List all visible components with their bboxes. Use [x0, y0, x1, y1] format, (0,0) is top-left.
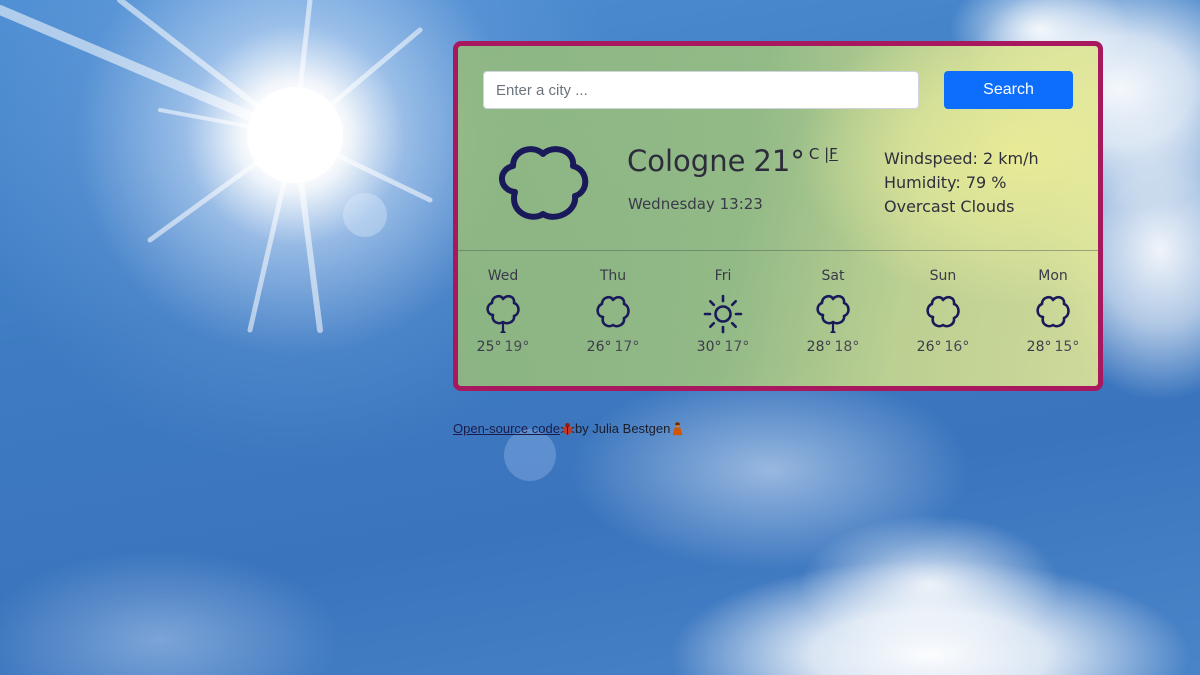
- humidity-text: Humidity: 79 %: [884, 173, 1007, 192]
- forecast-day: Fri 30° 17°: [678, 268, 768, 355]
- cloud-rain-icon: [486, 294, 520, 333]
- cloud-icon: [1036, 295, 1070, 328]
- current-datetime: Wednesday 13:23: [628, 195, 763, 213]
- search-button[interactable]: Search: [944, 71, 1073, 109]
- forecast-max: 26°: [916, 339, 942, 355]
- current-temperature: 21°: [753, 144, 805, 178]
- divider: [458, 250, 1098, 251]
- forecast-temps: 30° 17°: [678, 339, 768, 355]
- forecast-day: Sat 28° 18°: [788, 268, 878, 355]
- open-source-link[interactable]: Open-source code: [453, 421, 560, 436]
- city-search-input[interactable]: [483, 71, 919, 109]
- unit-toggle: C |F: [809, 145, 838, 163]
- forecast-day-name: Mon: [1038, 268, 1068, 284]
- forecast-day: Mon 28° 15°: [1008, 268, 1098, 355]
- forecast-day-name: Sun: [929, 268, 957, 284]
- forecast-max: 28°: [806, 339, 832, 355]
- sun-icon: [703, 294, 743, 334]
- forecast-day-name: Wed: [487, 268, 519, 284]
- author-credit: by Julia Bestgen: [574, 421, 671, 436]
- forecast-min: 17°: [614, 339, 640, 355]
- weather-details: Windspeed: 2 km/h Humidity: 79 % Overcas…: [884, 147, 1039, 219]
- forecast-max: 28°: [1026, 339, 1052, 355]
- forecast-day-name: Fri: [714, 268, 732, 284]
- forecast-row: Wed 25° 19° Thu 26° 17° Fri 30° 17° Sat …: [458, 268, 1098, 378]
- cloud-icon: [926, 295, 960, 328]
- cloud-icon: [596, 295, 630, 328]
- weather-description: Overcast Clouds: [884, 197, 1015, 216]
- forecast-max: 25°: [476, 339, 502, 355]
- forecast-day: Wed 25° 19°: [458, 268, 548, 355]
- forecast-min: 16°: [944, 339, 970, 355]
- cloud-rain-icon: [816, 294, 850, 333]
- unit-fahrenheit-link[interactable]: F: [829, 145, 838, 163]
- weather-card: Search Cologne21°C |F Wednesday 13:23 Wi…: [453, 41, 1103, 391]
- footer: Open-source code by Julia Bestgen: [453, 421, 685, 436]
- forecast-temps: 26° 16°: [898, 339, 988, 355]
- forecast-temps: 26° 17°: [568, 339, 658, 355]
- city-name: Cologne: [627, 144, 746, 178]
- cloud-icon: [499, 146, 589, 220]
- forecast-temps: 28° 15°: [1008, 339, 1098, 355]
- forecast-min: 19°: [504, 339, 530, 355]
- forecast-max: 30°: [696, 339, 722, 355]
- unit-celsius-link[interactable]: C: [809, 145, 819, 163]
- forecast-min: 18°: [834, 339, 860, 355]
- forecast-day-name: Sat: [821, 268, 845, 284]
- forecast-temps: 28° 18°: [788, 339, 878, 355]
- forecast-min: 17°: [724, 339, 750, 355]
- forecast-day-name: Thu: [599, 268, 627, 284]
- current-location-temperature: Cologne 21° C |F: [627, 144, 838, 178]
- person-icon: [673, 422, 683, 436]
- forecast-day: Sun 26° 16°: [898, 268, 988, 355]
- forecast-day: Thu 26° 17°: [568, 268, 658, 355]
- bug-icon: [560, 422, 575, 435]
- forecast-temps: 25° 19°: [458, 339, 548, 355]
- windspeed-text: Windspeed: 2 km/h: [884, 149, 1039, 168]
- forecast-max: 26°: [586, 339, 612, 355]
- forecast-min: 15°: [1054, 339, 1080, 355]
